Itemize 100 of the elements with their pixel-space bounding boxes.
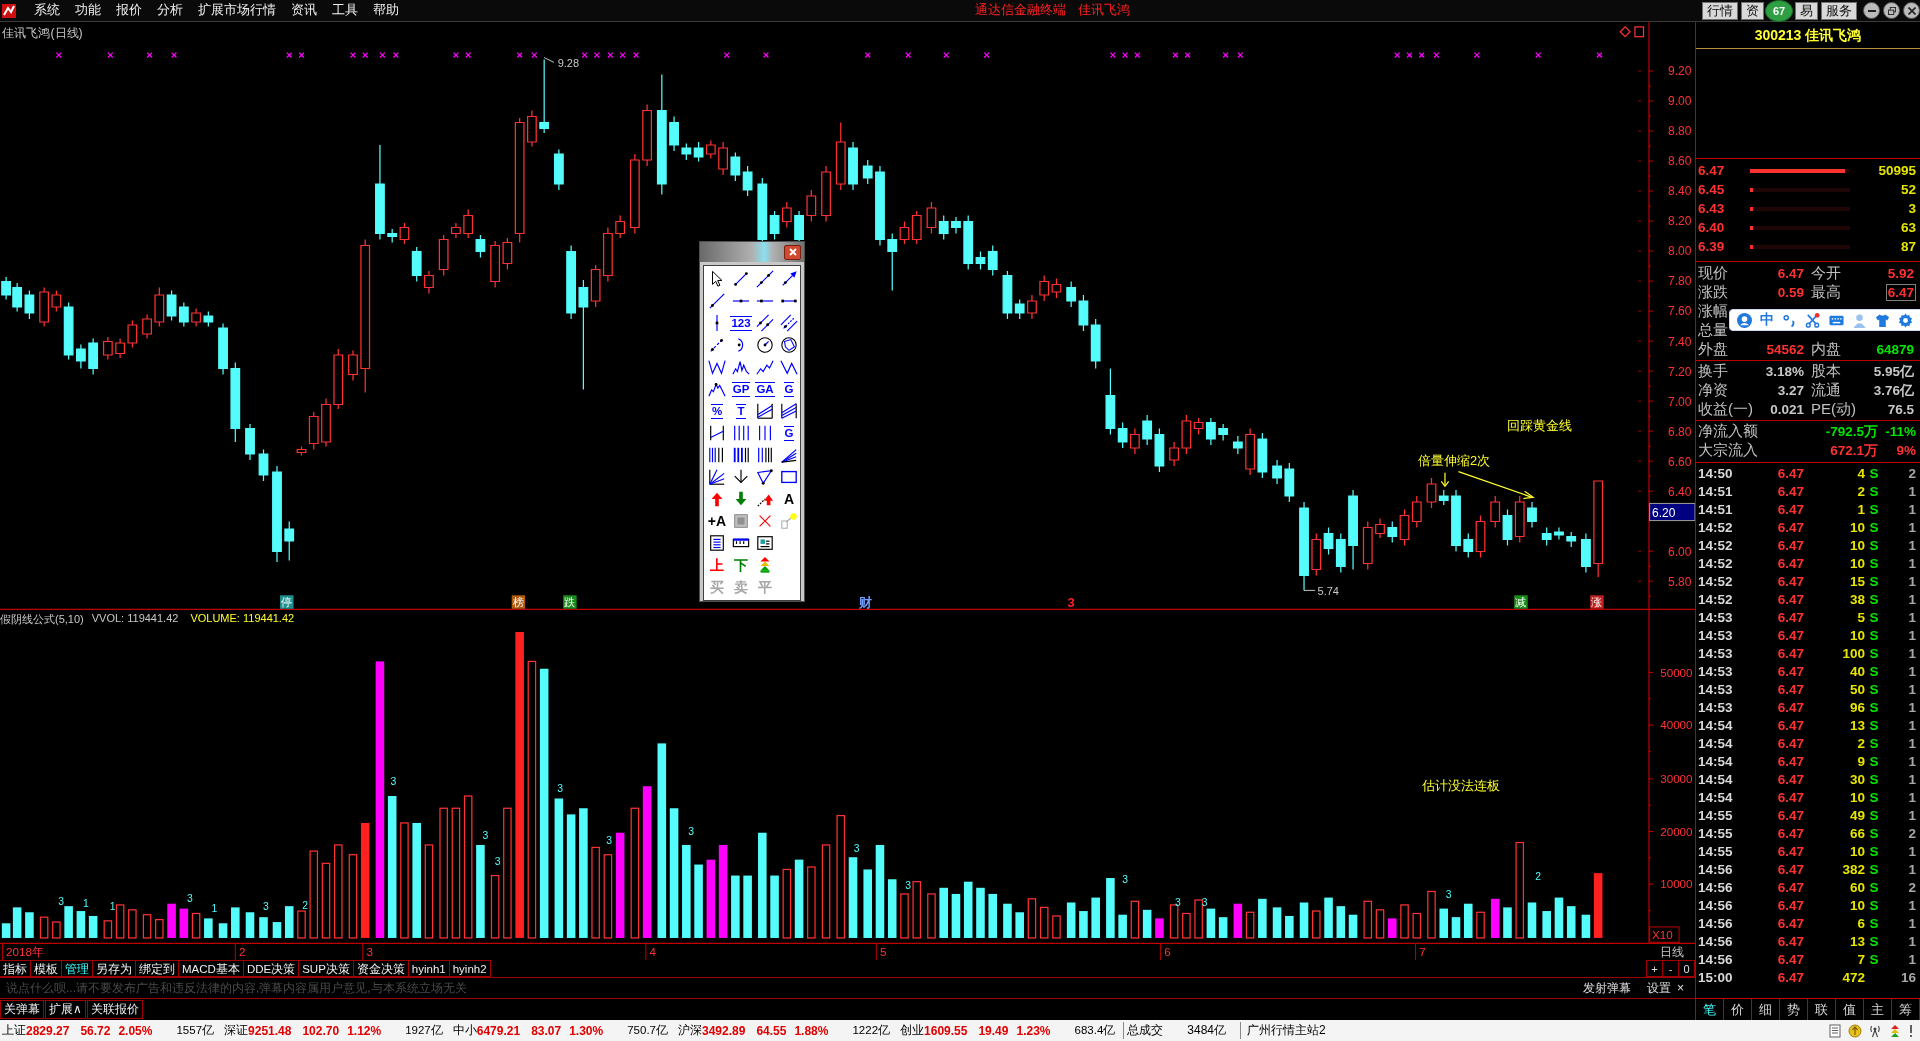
index-turnover: 1222亿	[852, 1023, 891, 1038]
tick-time: 14:52	[1698, 573, 1734, 589]
quote-label: 净资	[1698, 381, 1728, 400]
chart-annotation: 估计没法连板	[1421, 777, 1500, 793]
tick-volume: 13	[1848, 717, 1865, 733]
tick-side: S	[1869, 897, 1879, 913]
tick-volume: 10	[1848, 555, 1865, 571]
tick-volume: 9	[1856, 753, 1865, 769]
tick-time: 14:53	[1698, 609, 1734, 625]
index-name: 沪深	[678, 1022, 702, 1039]
bar-count-label: 3	[557, 783, 563, 795]
date-axis-label: 2018年	[6, 945, 45, 959]
index-percent: 2.05%	[118, 1023, 153, 1038]
quote-label: 换手	[1698, 362, 1728, 381]
tick-side: S	[1869, 735, 1879, 751]
indicator-name: 假阴线公式(5,10)	[0, 612, 84, 627]
tick-time: 14:52	[1698, 519, 1734, 535]
tick-count: 2	[1907, 825, 1916, 841]
quote-value: 6.47	[1776, 265, 1805, 282]
tick-side: S	[1869, 789, 1879, 805]
bar-count-label: 3	[482, 829, 489, 841]
tick-side: S	[1869, 501, 1879, 517]
tick-price: 6.47	[1776, 771, 1804, 787]
index-change: 102.70	[302, 1023, 340, 1038]
price-axis-label: 7.80	[1667, 274, 1692, 289]
tick-count: 1	[1907, 897, 1916, 913]
quote-value: 3.27	[1776, 382, 1805, 399]
stock-code-title: 300213 佳讯飞鸿	[1696, 22, 1920, 49]
bar-count-label: 2	[302, 899, 309, 911]
price-axis-label: 9.20	[1667, 64, 1692, 79]
bid-price: 6.45	[1698, 182, 1726, 197]
tick-volume: 1	[1856, 501, 1865, 517]
tick-count: 1	[1907, 951, 1916, 967]
tick-volume: 10	[1848, 537, 1865, 553]
tick-volume: 10	[1848, 843, 1865, 859]
tick-count: 1	[1907, 699, 1916, 715]
quote-value: 54562	[1765, 341, 1805, 358]
tick-time: 14:54	[1698, 735, 1734, 751]
index-value: 2829.27	[26, 1023, 70, 1038]
tick-side: S	[1869, 843, 1879, 859]
high-price-label: 9.28	[557, 57, 580, 70]
tick-time: 14:53	[1698, 681, 1734, 697]
tick-side: S	[1869, 465, 1879, 481]
tick-count: 1	[1907, 537, 1916, 553]
tick-volume: 6	[1856, 915, 1865, 931]
price-axis-label: 6.40	[1667, 484, 1692, 499]
tick-price: 6.47	[1776, 807, 1804, 823]
bid-price: 6.47	[1698, 163, 1726, 178]
tick-time: 14:53	[1698, 645, 1734, 661]
bar-count-label: 3	[187, 893, 193, 905]
tick-time: 14:56	[1698, 879, 1734, 895]
tick-side: S	[1869, 717, 1879, 733]
flow-percent: 9%	[1895, 443, 1916, 458]
index-name: 创业	[900, 1022, 925, 1039]
bar-count-label: 3	[263, 900, 269, 912]
tick-count: 1	[1907, 933, 1916, 949]
price-axis-label: 7.20	[1667, 364, 1692, 379]
tick-side: S	[1869, 681, 1879, 697]
quote-label: 涨幅	[1698, 302, 1728, 321]
cursor-price-tag: 6.20	[1649, 502, 1695, 522]
tick-price: 6.47	[1776, 717, 1804, 733]
price-axis-label: 9.00	[1667, 94, 1692, 109]
tick-count: 1	[1907, 555, 1916, 571]
bar-count-label: 1	[82, 898, 89, 910]
tick-side: S	[1869, 771, 1879, 787]
tick-side: S	[1869, 519, 1879, 535]
date-axis-label: 3	[366, 945, 373, 959]
tick-time: 14:52	[1698, 537, 1734, 553]
tick-count: 1	[1907, 789, 1916, 805]
chart-annotation: 倍量伸缩2次	[1418, 453, 1491, 469]
stock-name-title: 佳讯飞鸿	[1078, 2, 1130, 19]
quote-value: 3.18%	[1764, 363, 1805, 380]
tick-price: 6.47	[1776, 501, 1804, 517]
price-axis-label: 7.00	[1667, 394, 1692, 409]
quote-label: 外盘	[1698, 340, 1728, 359]
tick-side: S	[1869, 573, 1879, 589]
index-name: 深证	[224, 1022, 249, 1039]
app-title: 通达信金融终端	[975, 2, 1066, 19]
quote-value: 5.92	[1886, 265, 1915, 282]
tick-volume: 13	[1848, 933, 1865, 949]
price-axis-label: 6.80	[1667, 424, 1692, 439]
tick-side: S	[1869, 627, 1879, 643]
index-turnover: 1557亿	[176, 1023, 215, 1038]
bar-count-label: 3	[1122, 873, 1128, 885]
tick-count: 1	[1907, 735, 1916, 751]
tick-volume: 60	[1848, 879, 1865, 895]
quote-value: 5.95亿	[1872, 362, 1915, 381]
tick-price: 6.47	[1776, 825, 1804, 841]
tick-count: 1	[1907, 645, 1916, 661]
quote-value: 0.021	[1769, 401, 1805, 418]
index-value: 1609.55	[924, 1023, 968, 1038]
tick-count: 1	[1907, 483, 1916, 499]
tick-count: 1	[1907, 843, 1916, 859]
tick-price: 6.47	[1776, 537, 1804, 553]
tick-price: 6.47	[1776, 465, 1804, 481]
tick-side: S	[1869, 645, 1879, 661]
index-value: 9251.48	[248, 1023, 292, 1038]
quote-label: PE(动)	[1811, 400, 1856, 419]
bid-price: 6.39	[1698, 239, 1726, 254]
chart-title: 佳讯飞鸿(日线)	[2, 25, 83, 40]
